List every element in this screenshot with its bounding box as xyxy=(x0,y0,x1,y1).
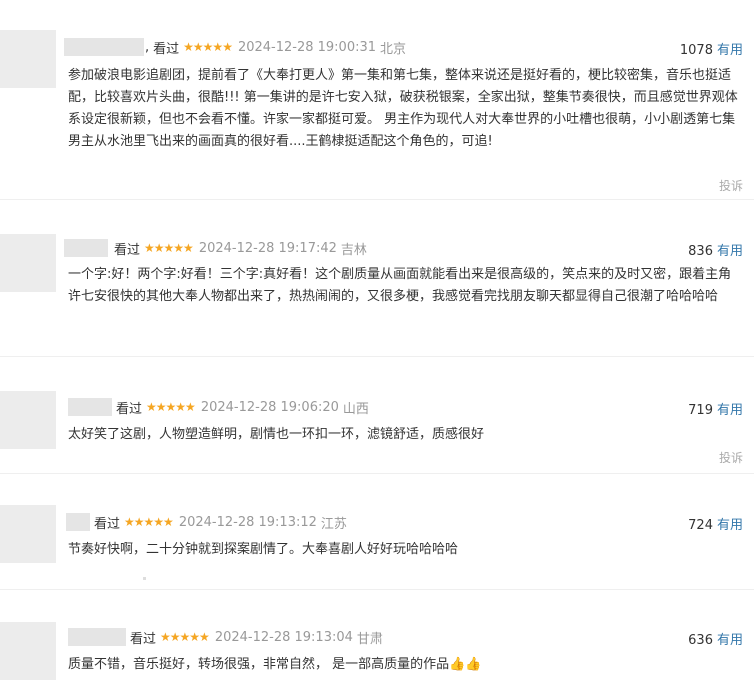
comment-location: 吉林 xyxy=(340,242,367,258)
rating-stars: ★★★★★ xyxy=(183,40,233,54)
separator-comma: , xyxy=(145,39,150,55)
useful-button[interactable]: 有用 xyxy=(717,244,743,259)
vote-count: 1078 xyxy=(679,43,713,58)
vote-count: 836 xyxy=(688,244,713,259)
watch-status: 看过 xyxy=(94,516,121,532)
report-button[interactable]: 投诉 xyxy=(719,177,743,194)
vote-area: 724 有用 xyxy=(688,514,743,533)
comment-text: 参加破浪电影追剧团，提前看了《大奉打更人》第一集和第七集，整体来说还是挺好看的，… xyxy=(68,68,738,149)
rating-stars: ★★★★★ xyxy=(124,515,174,529)
vote-area: 836 有用 xyxy=(688,240,743,259)
username-redacted[interactable] xyxy=(64,239,108,257)
rating-stars: ★★★★★ xyxy=(146,400,196,414)
useful-button[interactable]: 有用 xyxy=(717,403,743,418)
vote-count: 719 xyxy=(688,403,713,418)
decorative-dot xyxy=(143,577,146,580)
comment-header: 看过 ★★★★★ 2024-12-28 19:06:20 山西 xyxy=(68,397,369,417)
username-redacted[interactable] xyxy=(66,513,90,531)
watch-status: 看过 xyxy=(114,242,141,258)
comment-header: 看过 ★★★★★ 2024-12-28 19:17:42 吉林 xyxy=(64,238,367,258)
comment-location: 山西 xyxy=(342,401,369,417)
avatar[interactable] xyxy=(0,30,56,88)
username-redacted[interactable] xyxy=(68,628,126,646)
divider xyxy=(0,589,754,590)
avatar[interactable] xyxy=(0,505,56,563)
vote-area: 719 有用 xyxy=(688,399,743,418)
comment-datetime: 2024-12-28 19:13:04 xyxy=(214,629,353,645)
comment-text: 质量不错，音乐挺好，转场很强，非常自然， 是一部高质量的作品👍👍 xyxy=(68,657,482,672)
rating-stars: ★★★★★ xyxy=(144,241,194,255)
comment-text: 节奏好快啊，二十分钟就到探案剧情了。大奉喜剧人好好玩哈哈哈哈 xyxy=(68,542,459,557)
comment-text: 一个字:好！两个字:好看！三个字:真好看！这个剧质量从画面就能看出来是很高级的，… xyxy=(68,267,732,304)
useful-button[interactable]: 有用 xyxy=(717,633,743,648)
watch-status: 看过 xyxy=(153,41,180,57)
comment-location: 江苏 xyxy=(320,516,347,532)
comment-header: , 看过 ★★★★★ 2024-12-28 19:00:31 北京 xyxy=(64,37,406,57)
comment-datetime: 2024-12-28 19:00:31 xyxy=(237,39,377,55)
comment-header: 看过 ★★★★★ 2024-12-28 19:13:04 甘肃 xyxy=(68,627,383,647)
avatar[interactable] xyxy=(0,391,56,449)
watch-status: 看过 xyxy=(116,401,143,417)
rating-stars: ★★★★★ xyxy=(160,630,210,644)
vote-count: 724 xyxy=(688,518,713,533)
report-button[interactable]: 投诉 xyxy=(719,449,743,466)
comment-text: 太好笑了这剧，人物塑造鲜明，剧情也一环扣一环，滤镜舒适，质感很好 xyxy=(68,427,485,442)
vote-area: 636 有用 xyxy=(688,629,743,648)
vote-area: 1078 有用 xyxy=(680,39,743,58)
comment-datetime: 2024-12-28 19:13:12 xyxy=(178,514,317,530)
comment-datetime: 2024-12-28 19:17:42 xyxy=(198,240,337,256)
username-redacted[interactable] xyxy=(64,38,144,56)
divider xyxy=(0,473,754,474)
username-redacted[interactable] xyxy=(68,398,112,416)
useful-button[interactable]: 有用 xyxy=(717,43,743,58)
watch-status: 看过 xyxy=(130,631,157,647)
comment-datetime: 2024-12-28 19:06:20 xyxy=(200,399,339,415)
comment-location: 甘肃 xyxy=(356,631,383,647)
divider xyxy=(0,356,754,357)
comment-header: 看过 ★★★★★ 2024-12-28 19:13:12 江苏 xyxy=(66,512,347,532)
divider xyxy=(0,199,754,200)
comment-location: 北京 xyxy=(380,41,407,57)
avatar[interactable] xyxy=(0,234,56,292)
vote-count: 636 xyxy=(688,633,713,648)
avatar[interactable] xyxy=(0,622,56,680)
useful-button[interactable]: 有用 xyxy=(717,518,743,533)
